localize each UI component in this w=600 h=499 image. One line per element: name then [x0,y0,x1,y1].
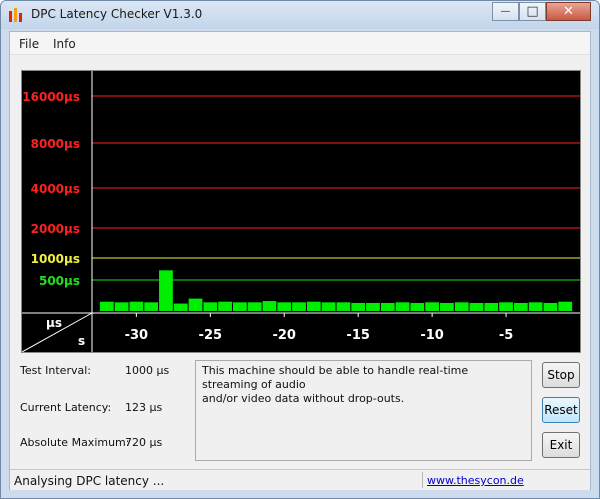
absolute-maximum-label: Absolute Maximum: [20,436,130,449]
latency-bar [425,302,440,311]
status-bar: Analysing DPC latency ... www.thesycon.d… [10,469,590,490]
latency-bar [203,302,218,311]
latency-bar [99,301,114,311]
y-tick-label: 500µs [39,274,80,288]
latency-bar [188,298,203,311]
latency-bar [366,302,380,311]
current-latency-value: 123 µs [125,401,163,414]
client-area: File Info 16000µs 8000µs 4000µs 2000µs 1000µ… [9,31,591,490]
latency-bar [558,301,573,311]
test-interval-label: Test Interval: [20,364,91,377]
latency-bar [380,302,395,311]
y-tick-label: 8000µs [31,137,80,151]
y-tick-label: 16000µs [22,90,80,104]
x-tick-label: -15 [346,328,370,343]
minimize-icon: — [500,6,511,17]
latency-bar [277,302,292,311]
status-separator [422,472,423,488]
y-tick-label: 4000µs [31,182,80,196]
app-icon [9,8,22,22]
latency-bar [351,302,366,311]
latency-bar [232,302,247,311]
latency-bar [306,301,321,311]
latency-bar [218,301,232,311]
result-message-box: This machine should be able to handle re… [195,360,532,461]
status-text: Analysing DPC latency ... [14,474,165,488]
latency-bar [247,302,262,311]
absolute-maximum-value: 720 µs [125,436,163,449]
close-button[interactable]: ✕ [546,2,591,21]
stop-button[interactable]: Stop [542,362,580,388]
menu-file[interactable]: File [19,37,39,51]
title-bar[interactable]: DPC Latency Checker V1.3.0 — □ ✕ [1,1,599,29]
latency-bar [513,302,528,311]
result-message-line2: and/or video data without drop-outs. [202,392,405,405]
x-tick-label: -20 [272,328,296,343]
exit-button[interactable]: Exit [542,432,580,458]
y-tick-label: 1000µs [31,252,80,266]
x-axis-unit-label: s [78,334,85,348]
latency-bar [262,301,277,311]
latency-bar [410,302,425,311]
latency-chart: 16000µs 8000µs 4000µs 2000µs 1000µs 500µs µs s -… [21,71,580,353]
latency-bar [469,302,484,311]
maximize-button[interactable]: □ [519,2,546,21]
latency-bar [159,270,173,311]
reset-button[interactable]: Reset [542,397,580,423]
minimize-button[interactable]: — [492,2,519,21]
latency-bar [114,302,129,311]
latency-graph: 16000µs 8000µs 4000µs 2000µs 1000µs 500µs µs s -… [21,70,581,353]
latency-bar [499,302,513,311]
y-tick-label: 2000µs [31,222,80,236]
maximize-icon: □ [526,4,539,19]
latency-bar [321,302,336,311]
close-icon: ✕ [563,4,574,19]
latency-bar [292,302,306,311]
menu-bar: File Info [10,32,590,55]
latency-bar [173,303,188,311]
app-window: DPC Latency Checker V1.3.0 — □ ✕ File In… [0,0,600,499]
latency-bar [454,302,469,311]
latency-bar [484,302,499,311]
current-latency-label: Current Latency: [20,401,112,414]
latency-bar [395,302,410,311]
y-axis-unit-label: µs [46,316,62,330]
latency-bar [543,302,558,311]
window-title: DPC Latency Checker V1.3.0 [31,7,203,21]
result-message-line1: This machine should be able to handle re… [202,364,469,391]
website-link[interactable]: www.thesycon.de [427,474,524,487]
latency-bar [144,302,159,311]
x-tick-label: -30 [125,328,149,343]
latency-bar [336,302,351,311]
latency-bar [528,302,543,311]
x-tick-label: -25 [199,328,223,343]
latency-bar [440,302,454,311]
menu-info[interactable]: Info [53,37,76,51]
x-tick-label: -5 [499,328,513,343]
latency-bar [129,301,144,311]
test-interval-value: 1000 µs [125,364,170,377]
x-tick-label: -10 [420,328,444,343]
